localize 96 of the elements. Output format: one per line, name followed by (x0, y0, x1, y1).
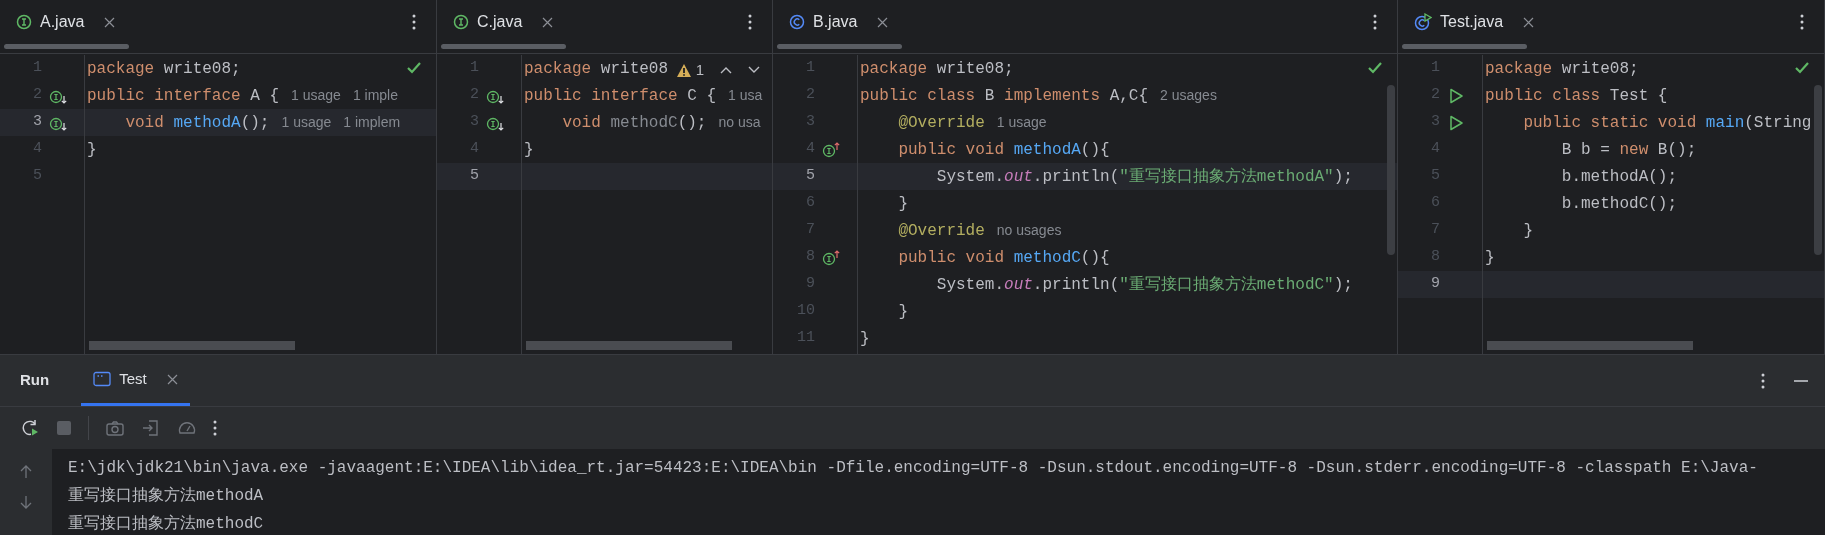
line-number: 5 (469, 166, 479, 187)
code-line: } (860, 328, 870, 350)
horizontal-scrollbar[interactable] (526, 341, 732, 350)
rerun-icon[interactable] (20, 418, 40, 438)
code-line: } (897, 301, 908, 323)
class-run-icon (1414, 13, 1432, 31)
horizontal-scrollbar[interactable] (89, 341, 295, 350)
code-line: package write08; (860, 58, 1014, 80)
code-line: b.methodA(); (1560, 166, 1678, 188)
code-line: package write08; (1485, 58, 1639, 80)
exit-icon[interactable] (141, 418, 161, 438)
chevron-up-icon[interactable] (720, 66, 732, 75)
code-line: public class Test { (1485, 85, 1668, 107)
code-line: System.out.println("重写接口抽象方法methodC"); (935, 274, 1353, 296)
more-icon[interactable] (1800, 14, 1804, 30)
line-number: 3 (32, 112, 42, 133)
warning-count: 1 (695, 60, 704, 80)
code-line: b.methodC(); (1560, 193, 1678, 215)
interface-icon (453, 14, 469, 30)
console-line: 重写接口抽象方法methodA (68, 485, 265, 507)
vertical-scrollbar[interactable] (1814, 85, 1822, 255)
code-line: void methodA(); (124, 112, 270, 134)
class-icon (789, 14, 805, 30)
more-icon[interactable] (1761, 372, 1765, 389)
code-line: public interface C { (524, 85, 717, 107)
run-tab-label: Test (119, 368, 147, 389)
check-icon[interactable] (406, 61, 422, 75)
tab-scroll-thumb[interactable] (441, 44, 566, 49)
editor-tab[interactable]: A.java (16, 10, 116, 34)
editor-tab[interactable]: B.java (789, 10, 889, 34)
panel-title: Run (20, 370, 50, 391)
vertical-scrollbar[interactable] (1387, 85, 1395, 255)
usage-hint[interactable]: 1 imple (352, 85, 398, 106)
console-icon (93, 371, 112, 387)
code-line: public void methodA(){ (897, 139, 1110, 161)
usage-hint[interactable]: 2 usages (1160, 85, 1217, 106)
arrow-down-icon[interactable] (20, 495, 32, 509)
usage-hint[interactable]: 1 implem (343, 112, 401, 133)
tab-scroll-thumb[interactable] (777, 44, 902, 49)
usage-hint[interactable]: no usa (718, 112, 761, 133)
usage-hint[interactable]: 1 usa (728, 85, 763, 106)
arrow-up-icon[interactable] (20, 465, 32, 479)
code-line: } (1522, 220, 1533, 242)
code-line: void methodC(); (561, 112, 707, 134)
code-line: } (87, 139, 97, 161)
check-icon[interactable] (1367, 61, 1383, 75)
code-line: } (897, 193, 908, 215)
close-icon[interactable] (542, 16, 554, 28)
tab-label: C.java (477, 12, 523, 32)
run-icon[interactable] (1447, 113, 1465, 132)
line-number: 9 (1430, 274, 1440, 295)
code-line: public void methodC(){ (897, 247, 1110, 269)
horizontal-scrollbar[interactable] (1487, 341, 1693, 350)
code-line: package write08 (524, 58, 669, 80)
code-line: } (524, 139, 534, 161)
more-icon[interactable] (1373, 14, 1377, 30)
close-icon[interactable] (1523, 16, 1535, 28)
camera-icon[interactable] (105, 418, 125, 438)
editor-tab[interactable]: Test.java (1414, 10, 1535, 34)
code-line: } (1485, 247, 1495, 269)
line-number: 5 (805, 166, 815, 187)
close-icon[interactable] (877, 16, 889, 28)
warning-icon[interactable] (675, 62, 692, 78)
code-line: public class B implements A,C{ (860, 85, 1149, 107)
code-line: System.out.println("重写接口抽象方法methodA"); (935, 166, 1353, 188)
run-icon[interactable] (1447, 86, 1465, 105)
tab-label: B.java (813, 12, 858, 32)
usage-hint[interactable]: 1 usage (281, 112, 332, 133)
tab-scroll-thumb[interactable] (1402, 44, 1527, 49)
close-icon[interactable] (166, 373, 178, 385)
usage-hint[interactable]: 1 usage (291, 85, 341, 106)
usage-hint[interactable]: no usages (996, 220, 1062, 241)
implementing-icon[interactable] (822, 140, 842, 159)
implementing-icon[interactable] (822, 248, 842, 267)
interface-icon (16, 14, 32, 30)
tab-label: Test.java (1440, 12, 1504, 32)
close-icon[interactable] (104, 16, 116, 28)
tab-label: A.java (40, 12, 85, 32)
tab-scroll-thumb[interactable] (4, 44, 129, 49)
more-icon[interactable] (412, 14, 416, 30)
code-line: @Override (897, 220, 985, 242)
editor-tab[interactable]: C.java (453, 10, 554, 34)
console-line: E:\jdk\jdk21\bin\java.exe -javaagent:E:\IDEA\lib\idea_rt.jar=54423:E:\IDEA\bin -Dfile.encoding=UTF-8 -Dsun.stdout.encoding=UTF-8 -Dsun.stderr.encoding=UTF-8 -classpath E:\Java- (68, 458, 1759, 479)
code-line: public interface A { (87, 85, 280, 107)
code-line: B b = new B(); (1560, 139, 1697, 161)
more-icon[interactable] (748, 14, 752, 30)
check-icon[interactable] (1794, 61, 1810, 75)
chevron-down-icon[interactable] (748, 66, 760, 75)
console-line: 重写接口抽象方法methodC (68, 513, 265, 535)
more-icon[interactable] (213, 420, 217, 436)
code-line: public static void main(String (1522, 112, 1812, 134)
minimize-icon[interactable] (1793, 378, 1809, 383)
run-tab[interactable]: Test (81, 355, 190, 406)
usage-hint[interactable]: 1 usage (996, 112, 1047, 133)
code-line: @Override (897, 112, 985, 134)
code-line: package write08; (87, 58, 241, 80)
